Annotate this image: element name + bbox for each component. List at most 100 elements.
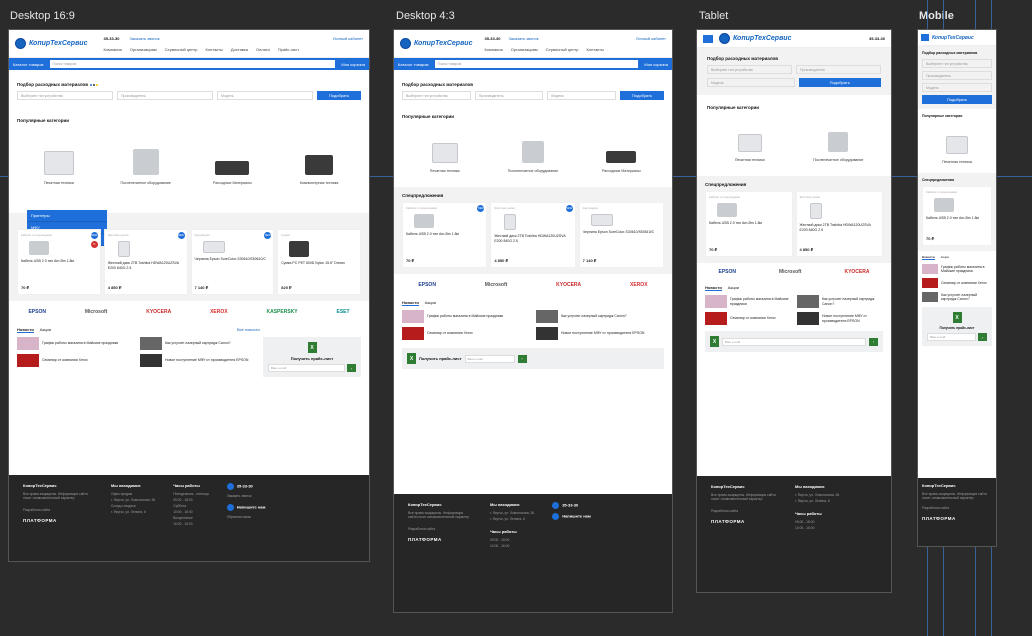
filter-select-type[interactable]: Выберите тип устройства [707, 65, 792, 74]
menu-item[interactable]: Сервисный центр [546, 47, 579, 52]
tab-news[interactable]: Новости [922, 255, 935, 260]
callback-link[interactable]: Заказать звонок [508, 36, 538, 41]
brand-kaspersky[interactable]: KASPERSKY [266, 309, 297, 315]
news-item[interactable]: Как устроен лазерный картридж Canon? [922, 292, 992, 302]
email-field[interactable]: Ваш e-mail [268, 364, 345, 372]
site-logo[interactable]: КопирТехСервис [719, 33, 791, 44]
tab-news[interactable]: Новости [17, 327, 34, 333]
category-card[interactable]: Послепечатное оборудование [103, 127, 188, 189]
menu-item[interactable]: Организациям [130, 47, 157, 52]
filter-select-model[interactable]: Модель [707, 78, 795, 87]
artboard-mobile[interactable]: КопирТехСервис Подбор расходных материал… [917, 29, 997, 547]
menu-item[interactable]: Организациям [511, 47, 538, 52]
product-card[interactable]: Жёсткие диски Жесткий диск 2TB Toshiba HD… [103, 229, 188, 295]
brand-epson[interactable]: EPSON [28, 309, 46, 315]
filter-select-vendor[interactable]: Производитель [922, 71, 992, 80]
brand-xerox[interactable]: XEROX [210, 309, 228, 315]
product-card[interactable]: Жёсткие диски Жесткий диск 2TB Toshiba HD… [795, 191, 883, 257]
artboard-desktop169[interactable]: КопирТехСервис 35-33-30 Заказать звонок … [8, 29, 370, 562]
tab-news[interactable]: Новости [705, 285, 722, 291]
frame-label-tablet[interactable]: Tablet [699, 10, 728, 22]
product-card[interactable]: Кабели и переходники Кабель USB 2.0 тип A… [705, 191, 793, 257]
brand-eset[interactable]: ESET [336, 309, 349, 315]
filter-select-model[interactable]: Модель [547, 91, 617, 100]
site-logo[interactable]: КопирТехСервис [400, 38, 472, 49]
menu-item[interactable]: Доставка [231, 47, 248, 52]
hamburger-icon[interactable] [703, 34, 713, 43]
menu-item[interactable]: Компания [484, 47, 502, 52]
submit-arrow-button[interactable]: › [347, 364, 356, 372]
news-item[interactable]: График работы магазина в Майские праздни… [922, 264, 992, 274]
header-phone[interactable]: 35-33-30 [484, 36, 500, 41]
category-card[interactable]: Послепечатное оборудование [490, 123, 576, 177]
filter-select-type[interactable]: Выберите тип устройства [17, 91, 113, 100]
product-card[interactable]: Сумки Сумка PC PET 600D Nylon 15.6" Dream… [277, 229, 361, 295]
product-card[interactable]: Кабели и переходники Кабель USB 2.0 тип A… [922, 186, 992, 246]
search-input[interactable]: Поиск товаров [49, 60, 336, 68]
filter-select-type[interactable]: Выберите тип устройства [402, 91, 471, 100]
brand-microsoft[interactable]: Microsoft [779, 269, 802, 275]
artboard-desktop43[interactable]: КопирТехСервис 35-33-30 Заказать звонок Ли… [393, 29, 673, 613]
tab-promos[interactable]: Акции [728, 285, 739, 291]
news-item[interactable]: Новое поступление МФУ от производителя E… [140, 354, 257, 367]
tab-promos[interactable]: Акции [941, 255, 949, 260]
cart-button[interactable]: Моя корзина [341, 62, 365, 67]
product-card[interactable]: Жёсткие диски Жесткий диск 2TB Toshiba HD… [490, 202, 576, 268]
header-phone[interactable]: 35-33-30 [103, 36, 119, 41]
tab-news[interactable]: Новости [402, 300, 419, 306]
filter-select-vendor[interactable]: Производитель [117, 91, 213, 100]
cart-button[interactable]: Моя корзина [644, 62, 668, 67]
catalog-button[interactable]: Каталог товаров [13, 62, 44, 67]
menu-item[interactable]: Компания [103, 47, 121, 52]
product-card[interactable]: Кабели и переходники Кабель USB 2.0 тип A… [402, 202, 488, 268]
header-phone[interactable]: 35-33-30 [869, 36, 885, 41]
brand-kyocera[interactable]: KYOCERA [146, 309, 171, 315]
frame-label-desktop43[interactable]: Desktop 4:3 [396, 10, 455, 22]
submit-arrow-button[interactable]: › [978, 333, 987, 341]
category-card[interactable]: Послепечатное оборудование [795, 114, 881, 166]
brand-epson[interactable]: EPSON [718, 269, 736, 275]
filter-select-vendor[interactable]: Производитель [796, 65, 881, 74]
dropdown-item[interactable]: Принтеры [27, 210, 107, 222]
category-card[interactable]: Печатная техника [707, 114, 793, 166]
news-item[interactable]: Как устроен лазерный картридж Canon? [797, 295, 883, 308]
news-item[interactable]: Новое поступление МФУ от производителя E… [536, 327, 664, 340]
news-item[interactable]: Семинар от компании Xerox [922, 278, 992, 288]
category-card[interactable]: Расходные Материалы [190, 127, 275, 189]
catalog-button[interactable]: Каталог товаров [398, 62, 429, 67]
email-field[interactable]: Ваш e-mail [722, 337, 866, 346]
menu-item[interactable]: Оплата [256, 47, 270, 52]
callback-link[interactable]: Заказать звонок [129, 36, 159, 41]
news-item[interactable]: Новое поступление МФУ от производителя E… [797, 312, 883, 325]
frame-label-desktop169[interactable]: Desktop 16:9 [10, 10, 75, 22]
news-item[interactable]: График работы магазина в Майские праздни… [705, 295, 791, 308]
tab-promos[interactable]: Акции [425, 300, 436, 306]
news-item[interactable]: Как устроен лазерный картридж Canon? [536, 310, 664, 323]
brand-epson[interactable]: EPSON [418, 282, 436, 288]
hamburger-icon[interactable] [921, 34, 929, 41]
news-item[interactable]: Как устроен лазерный картридж Canon? [140, 337, 257, 350]
filter-select-model[interactable]: Модель [217, 91, 313, 100]
category-card[interactable]: Печатная техника [402, 123, 488, 177]
news-item[interactable]: Семинар от компании Xerox [705, 312, 791, 325]
site-logo[interactable]: КопирТехСервис [15, 38, 87, 49]
menu-item[interactable]: Контакты [587, 47, 604, 52]
filter-submit-button[interactable]: Подобрать [620, 91, 665, 100]
news-item[interactable]: Семинар от компании Xerox [17, 354, 134, 367]
news-item[interactable]: График работы магазина в Майские праздни… [17, 337, 134, 350]
account-link[interactable]: Личный кабинет [333, 36, 363, 41]
email-field[interactable]: Ваш e-mail [927, 333, 976, 341]
category-card[interactable]: Расходные Материалы [578, 123, 664, 177]
filter-submit-button[interactable]: Подобрать [317, 91, 361, 100]
brand-xerox[interactable]: XEROX [630, 282, 648, 288]
filter-submit-button[interactable]: Подобрать [798, 78, 881, 87]
filter-select-type[interactable]: Выберите тип устройства [922, 59, 992, 68]
menu-item[interactable]: Контакты [206, 47, 223, 52]
news-item[interactable]: Семинар от компании Xerox [402, 327, 530, 340]
brand-kyocera[interactable]: KYOCERA [556, 282, 581, 288]
menu-item[interactable]: Сервисный центр [165, 47, 198, 52]
site-logo[interactable]: КопирТехСервис [932, 35, 974, 41]
filter-select-vendor[interactable]: Производитель [474, 91, 544, 100]
email-field[interactable]: Ваш e-mail [464, 354, 515, 363]
frame-label-mobile[interactable]: Mobile [919, 10, 954, 22]
